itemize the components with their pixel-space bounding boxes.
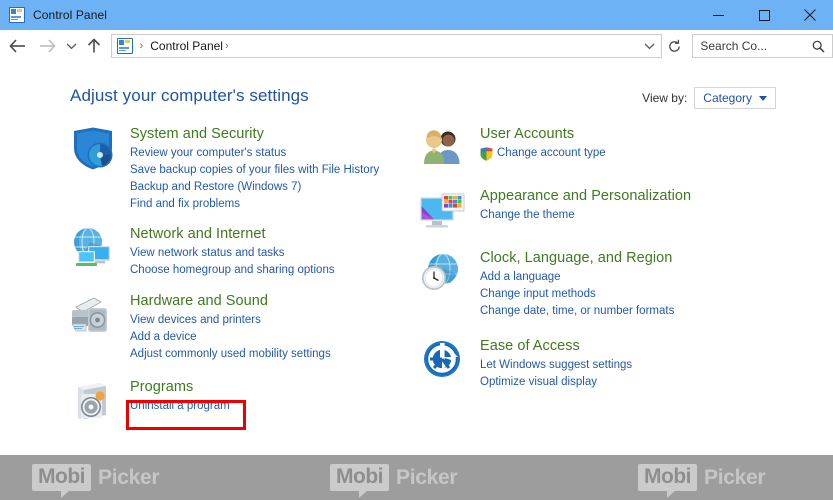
category-link[interactable]: Choose homegroup and sharing options [130,262,418,279]
category-title[interactable]: Programs [130,377,418,397]
control-panel-window: Control Panel › Control Panel › Search C… [0,0,833,500]
address-bar[interactable]: › Control Panel › [110,34,662,58]
printer-icon [68,293,122,339]
search-input[interactable]: Search Co... [692,34,833,58]
category-ease-of-access: Ease of Access Let Windows suggest setti… [418,336,818,391]
view-by-dropdown[interactable]: Category [694,87,776,109]
category-link[interactable]: Review your computer's status [130,145,418,162]
recent-locations-chevron-down-icon[interactable] [61,30,82,62]
category-link-change-account-type[interactable]: Change account type [480,145,818,162]
category-programs: Programs Uninstall a program [68,377,418,419]
category-network-and-internet: Network and Internet View network status… [68,224,418,279]
category-title[interactable]: Hardware and Sound [130,291,418,311]
window-title: Control Panel [33,8,108,22]
breadcrumb-item-control-panel[interactable]: Control Panel [150,39,223,53]
category-title[interactable]: User Accounts [480,124,818,144]
clock-globe-icon [418,250,472,296]
back-arrow-icon[interactable] [4,30,33,62]
minimize-button[interactable] [695,0,741,30]
category-column-left: System and Security Review your computer… [68,124,418,423]
forward-arrow-icon[interactable] [33,30,62,62]
category-link[interactable]: Add a device [130,329,418,346]
category-user-accounts: User Accounts Change account type [418,124,818,164]
category-title[interactable]: Clock, Language, and Region [480,248,818,268]
category-link[interactable]: Backup and Restore (Windows 7) [130,179,418,196]
watermark-bar: Mobi Picker Mobi Picker Mobi Picker [0,455,833,500]
category-link[interactable]: Let Windows suggest settings [480,357,818,374]
content-area: Adjust your computer's settings View by:… [0,62,833,455]
category-link[interactable]: View devices and printers [130,312,418,329]
category-title[interactable]: Network and Internet [130,224,418,244]
category-system-and-security: System and Security Review your computer… [68,124,418,213]
caret-down-icon [759,95,767,101]
category-hardware-and-sound: Hardware and Sound View devices and prin… [68,291,418,363]
view-by-value: Category [703,91,752,105]
breadcrumb-separator-2: › [224,40,229,52]
category-link[interactable]: Add a language [480,269,818,286]
uac-shield-icon [480,146,493,161]
watermark: Mobi Picker [32,464,160,498]
watermark-mobi: Mobi [638,464,697,498]
shield-icon [68,126,122,172]
address-chevron-down-icon[interactable] [639,35,661,57]
watermark: Mobi Picker [638,464,766,498]
watermark: Mobi Picker [330,464,458,498]
watermark-picker: Picker [703,465,766,489]
category-link-uninstall-a-program[interactable]: Uninstall a program [130,398,418,415]
view-by-control: View by: Category [642,87,776,109]
control-panel-icon [9,7,25,23]
category-column-right: User Accounts Change account type Appear… [418,124,818,399]
category-title[interactable]: Appearance and Personalization [480,186,818,206]
appearance-monitor-icon [418,188,472,234]
close-button[interactable] [787,0,833,30]
network-globe-icon [68,226,122,272]
navigation-bar: › Control Panel › Search Co... [0,30,833,62]
category-link[interactable]: Save backup copies of your files with Fi… [130,162,418,179]
watermark-picker: Picker [395,465,458,489]
category-link[interactable]: Change date, time, or number formats [480,303,818,320]
category-clock-language-and-region: Clock, Language, and Region Add a langua… [418,248,818,320]
watermark-picker: Picker [97,465,160,489]
category-link[interactable]: Find and fix problems [130,196,418,213]
window-controls [695,0,833,30]
category-link[interactable]: Change the theme [480,207,818,224]
page-title: Adjust your computer's settings [70,86,309,105]
ease-of-access-icon [418,338,472,384]
category-title[interactable]: Ease of Access [480,336,818,356]
category-title[interactable]: System and Security [130,124,418,144]
refresh-icon[interactable] [664,34,687,58]
breadcrumb-separator: › [139,40,144,52]
title-bar: Control Panel [0,0,833,30]
search-icon[interactable] [812,40,825,53]
programs-disc-icon [68,379,122,425]
category-link[interactable]: Optimize visual display [480,374,818,391]
maximize-button[interactable] [741,0,787,30]
control-panel-icon [116,38,133,54]
watermark-mobi: Mobi [330,464,389,498]
user-accounts-icon [418,126,472,172]
category-link-label: Change account type [497,147,606,159]
up-arrow-icon[interactable] [82,30,107,62]
category-appearance-and-personalization: Appearance and Personalization Change th… [418,186,818,228]
watermark-mobi: Mobi [32,464,91,498]
category-link[interactable]: Change input methods [480,286,818,303]
view-by-label: View by: [642,91,688,105]
category-link[interactable]: View network status and tasks [130,245,418,262]
category-link[interactable]: Adjust commonly used mobility settings [130,346,418,363]
search-placeholder-text: Search Co... [700,39,768,53]
